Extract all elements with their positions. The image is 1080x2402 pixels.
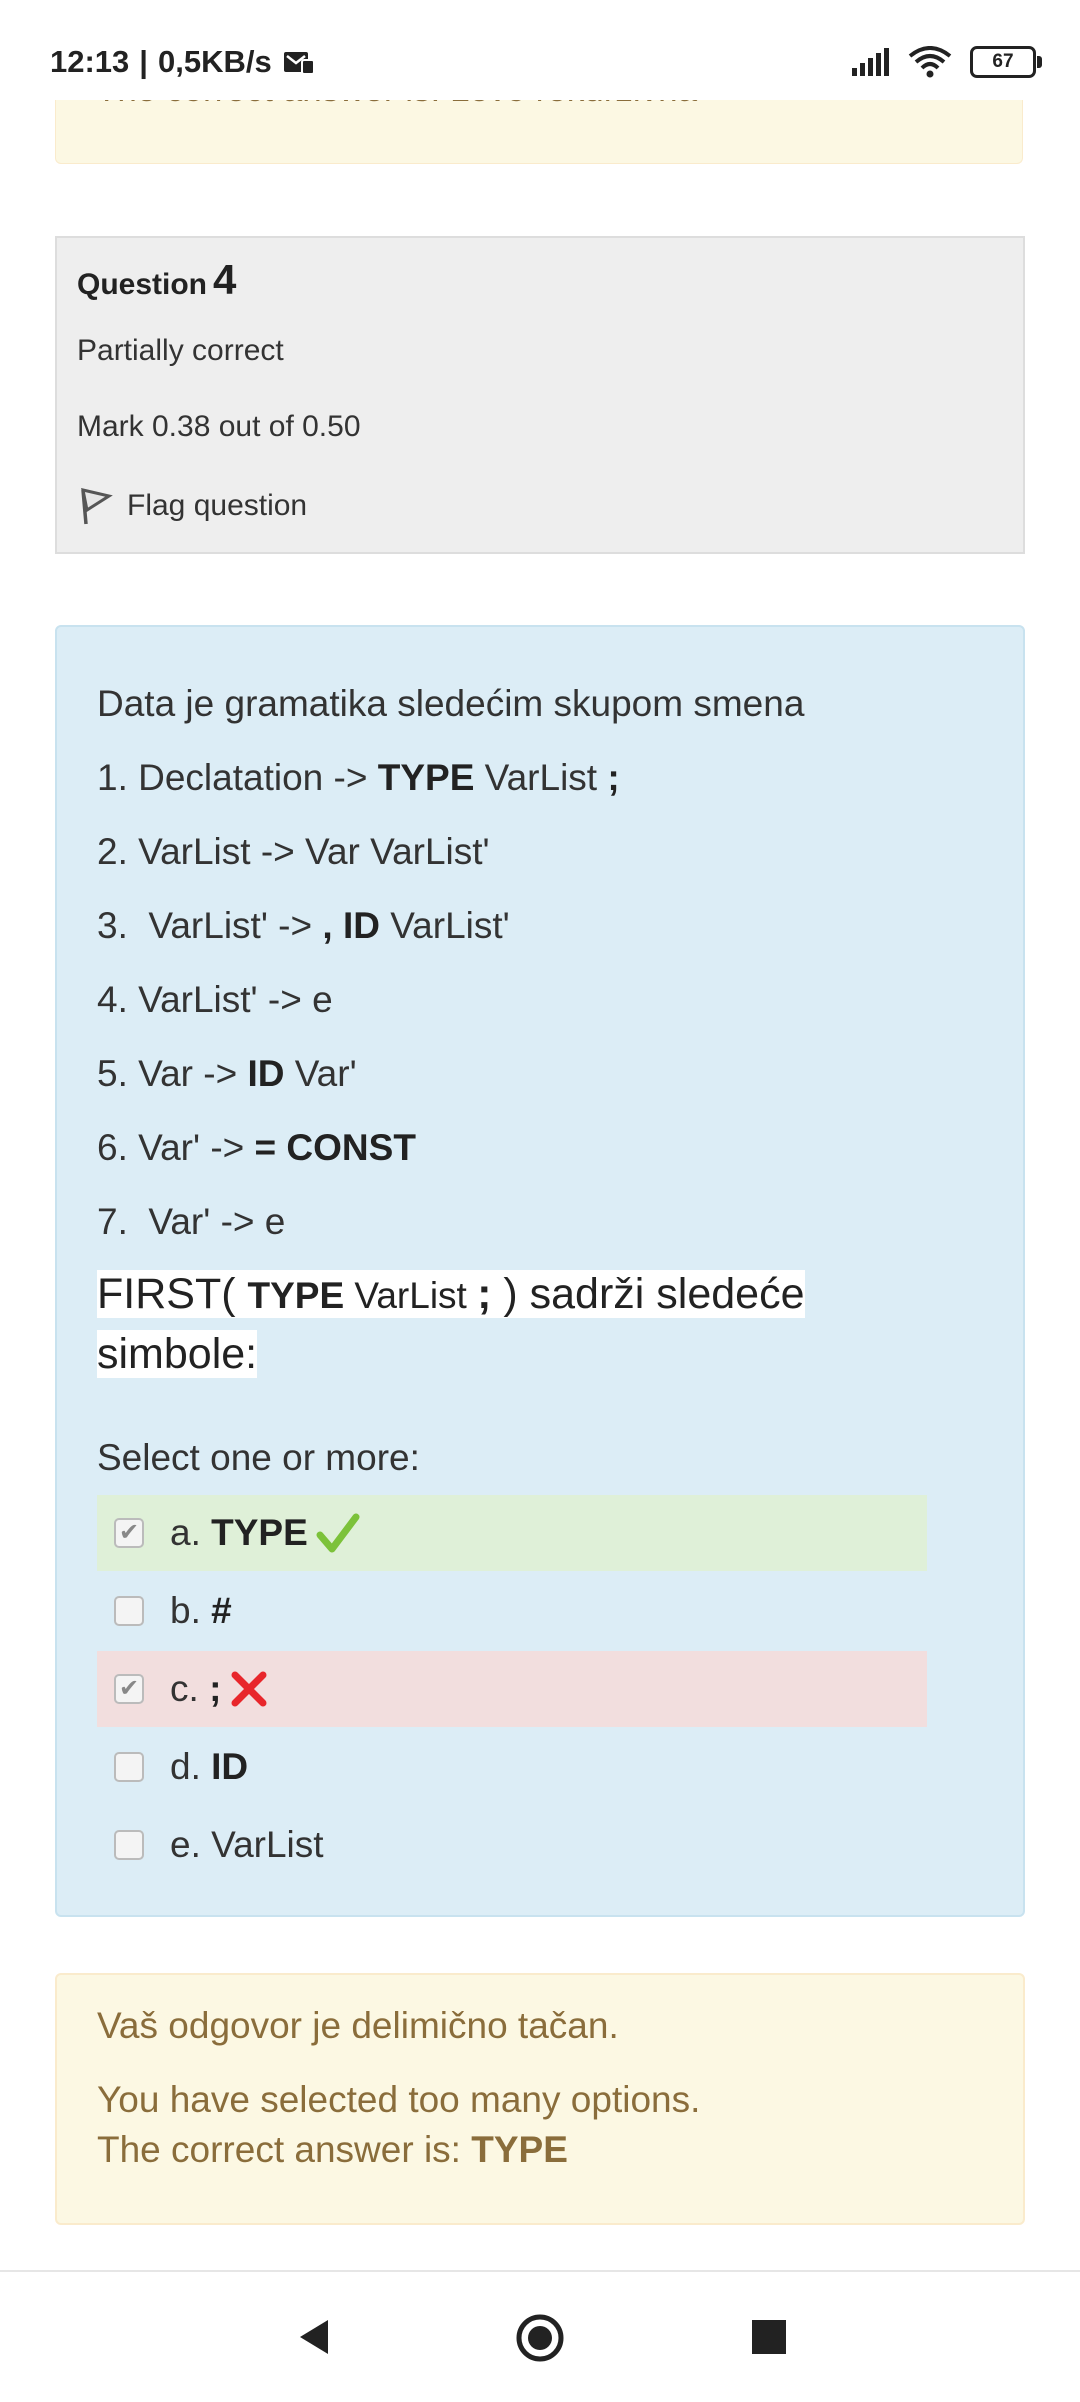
- home-circle-icon[interactable]: [514, 2312, 566, 2364]
- status-left: 12:13 | 0,5KB/s: [50, 44, 316, 80]
- answer-prompt: Select one or more:: [97, 1437, 420, 1478]
- answer-option-c[interactable]: ✔ c. ;: [97, 1651, 927, 1727]
- notification-icon: [283, 52, 315, 75]
- flag-icon: [81, 488, 113, 525]
- question-state: Partially correct: [77, 334, 284, 367]
- grammar-rule-4: 4. VarList' -> e: [97, 979, 333, 1020]
- feedback-general: Vaš odgovor je delimično tačan.: [97, 2005, 619, 2046]
- feedback-box: Vaš odgovor je delimično tačan. You have…: [55, 1973, 1025, 2225]
- answer-a-label: a. TYPE: [170, 1512, 308, 1553]
- grammar-rule-3: 3. VarList' -> , ID VarList': [97, 905, 510, 946]
- question-number: Question 4: [77, 256, 236, 304]
- feedback-correct-answer: The correct answer is: TYPE: [97, 2129, 568, 2170]
- status-separator: |: [139, 44, 148, 79]
- grammar-rule-1: 1. Declatation -> TYPE VarList ;: [97, 757, 620, 798]
- status-bar: 12:13 | 0,5KB/s 67: [0, 0, 1080, 100]
- answer-e-label: e. VarList: [170, 1824, 324, 1865]
- first-set-question: FIRST( TYPE VarList ; ) sadrži sledeće s…: [97, 1270, 805, 1378]
- question-label: Question: [77, 268, 208, 301]
- question-intro: Data je gramatika sledećim skupom smena: [97, 683, 805, 724]
- question-info: Question 4 Partially correct Mark 0.38 ou…: [55, 236, 1025, 554]
- answer-b-label: b. #: [170, 1590, 232, 1631]
- feedback-too-many: You have selected too many options.: [97, 2079, 701, 2120]
- check-icon: [316, 1511, 360, 1555]
- signal-icon: [852, 48, 889, 76]
- flag-question-button[interactable]: Flag question: [77, 486, 307, 526]
- answer-option-e[interactable]: e. VarList: [97, 1807, 927, 1883]
- status-net-speed: 0,5KB/s: [157, 44, 272, 79]
- grammar-rule-6: 6. Var' -> = CONST: [97, 1127, 416, 1168]
- grammar-rule-7: 7. Var' -> e: [97, 1201, 286, 1242]
- status-time: 12:13: [50, 44, 130, 79]
- answer-c-label: c. ;: [170, 1668, 222, 1709]
- back-triangle-icon[interactable]: [290, 2312, 340, 2362]
- answer-a-checkbox[interactable]: ✔: [114, 1518, 144, 1548]
- battery-icon: 67: [970, 46, 1042, 78]
- grammar-rule-5: 5. Var -> ID Var': [97, 1053, 357, 1094]
- status-right: 67: [850, 46, 1042, 78]
- grammar-rule-2: 2. VarList -> Var VarList': [97, 831, 490, 872]
- answer-option-a[interactable]: ✔ a. TYPE: [97, 1495, 927, 1571]
- answer-option-b[interactable]: b. #: [97, 1573, 927, 1649]
- question-grade: Mark 0.38 out of 0.50: [77, 410, 361, 443]
- answer-c-checkbox[interactable]: ✔: [114, 1674, 144, 1704]
- answer-e-checkbox[interactable]: [114, 1830, 144, 1860]
- navigation-bar: [0, 2270, 1080, 2402]
- question-text: Data je gramatika sledećim skupom smena …: [97, 667, 987, 1383]
- answer-b-checkbox[interactable]: [114, 1596, 144, 1626]
- flag-question-label: Flag question: [127, 489, 308, 522]
- question-content: Data je gramatika sledećim skupom smena …: [55, 625, 1025, 1917]
- answer-d-label: d. ID: [170, 1746, 249, 1787]
- recents-square-icon[interactable]: [744, 2312, 794, 2362]
- wifi-icon: [908, 46, 952, 78]
- cross-icon: [229, 1669, 269, 1709]
- question-number-value: 4: [213, 256, 237, 303]
- answer-option-d[interactable]: d. ID: [97, 1729, 927, 1805]
- answer-d-checkbox[interactable]: [114, 1752, 144, 1782]
